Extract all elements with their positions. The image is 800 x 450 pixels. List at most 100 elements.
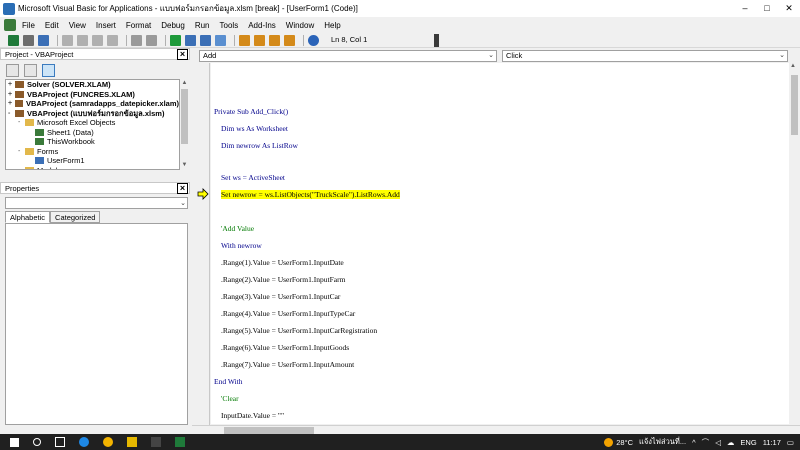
tray-chevron-icon[interactable]: ^ xyxy=(692,438,696,447)
toolbar-handle[interactable] xyxy=(434,33,439,47)
procedure-combo[interactable]: Click ⌄ xyxy=(502,50,788,62)
scroll-thumb[interactable] xyxy=(181,89,188,144)
code-line[interactable]: .Range(3).Value = UserForm1.InputCar xyxy=(221,292,340,301)
tree-item[interactable]: + VBAProject (samradapps_datepicker.xlam) xyxy=(6,99,179,109)
toolbox-icon[interactable] xyxy=(284,34,295,46)
windows-start-icon[interactable] xyxy=(10,437,19,447)
menu-tools[interactable]: Tools xyxy=(220,21,239,30)
code-line[interactable]: 'Add Value xyxy=(221,224,254,233)
close-icon[interactable]: × xyxy=(177,182,188,194)
save-icon[interactable] xyxy=(38,34,49,46)
code-horizontal-scrollbar[interactable] xyxy=(192,425,800,434)
code-line[interactable]: .Range(2).Value = UserForm1.InputFarm xyxy=(221,275,345,284)
notification-icon[interactable]: ▭ xyxy=(787,438,794,447)
margin-indicator-bar[interactable] xyxy=(192,63,210,425)
weather-description[interactable]: แจ้งไฟส่วนที่... xyxy=(639,436,686,448)
menu-run[interactable]: Run xyxy=(195,21,210,30)
project-tree-scrollbar[interactable]: ▲ ▼ xyxy=(180,79,189,170)
code-line[interactable]: InputDate.Value = "" xyxy=(221,411,284,420)
code-scrollbar[interactable]: ▲ xyxy=(789,63,800,425)
language-indicator[interactable]: ENG xyxy=(740,438,756,447)
code-line-current-statement[interactable]: Set newrow = ws.ListObjects("TruckScale"… xyxy=(221,190,400,199)
tree-item[interactable]: - Modules xyxy=(6,166,179,170)
view-object-icon[interactable] xyxy=(24,63,37,77)
minimize-icon[interactable]: – xyxy=(734,0,756,17)
chrome-icon[interactable] xyxy=(103,437,113,447)
scroll-thumb[interactable] xyxy=(224,427,314,434)
tree-item[interactable]: - Microsoft Excel Objects xyxy=(6,118,179,128)
code-line[interactable]: .Range(5).Value = UserForm1.InputCarRegi… xyxy=(221,326,377,335)
menu-edit[interactable]: Edit xyxy=(45,21,59,30)
find-icon[interactable] xyxy=(107,34,118,46)
tree-item[interactable]: + Solver (SOLVER.XLAM) xyxy=(6,80,179,90)
tab-categorized[interactable]: Categorized xyxy=(50,211,101,223)
store-icon[interactable] xyxy=(151,437,161,447)
run-icon[interactable] xyxy=(170,34,181,46)
volume-icon[interactable]: ◁ xyxy=(715,438,721,447)
code-line[interactable]: Dim ws As Worksheet xyxy=(221,124,288,133)
help-icon[interactable] xyxy=(308,34,319,46)
expand-toggle-icon[interactable]: - xyxy=(8,109,15,119)
tree-item[interactable]: - VBAProject (แบบฟอร์มกรอกข้อมูล.xlsm) xyxy=(6,109,179,119)
menu-addins[interactable]: Add-Ins xyxy=(248,21,276,30)
menu-file[interactable]: File xyxy=(22,21,35,30)
copy-icon[interactable] xyxy=(77,34,88,46)
menu-debug[interactable]: Debug xyxy=(161,21,185,30)
code-line[interactable]: .Range(7).Value = UserForm1.InputAmount xyxy=(221,360,354,369)
expand-toggle-icon[interactable]: + xyxy=(8,80,15,90)
object-combo[interactable]: Add ⌄ xyxy=(199,50,497,62)
insert-module-icon[interactable] xyxy=(23,34,34,46)
tree-item[interactable]: UserForm1 xyxy=(6,156,179,166)
code-line[interactable]: 'Clear xyxy=(221,394,239,403)
project-explorer-icon[interactable] xyxy=(239,34,250,46)
tree-item[interactable]: Sheet1 (Data) xyxy=(6,128,179,138)
code-line[interactable]: .Range(4).Value = UserForm1.InputTypeCar xyxy=(221,309,355,318)
undo-icon[interactable] xyxy=(131,34,142,46)
excel-icon[interactable] xyxy=(175,437,185,447)
scroll-thumb[interactable] xyxy=(791,75,798,135)
expand-toggle-icon[interactable]: - xyxy=(18,147,25,157)
onedrive-icon[interactable]: ☁ xyxy=(727,438,735,447)
edge-icon[interactable] xyxy=(79,437,89,447)
menu-insert[interactable]: Insert xyxy=(96,21,116,30)
toggle-folders-icon[interactable] xyxy=(42,63,55,77)
tab-alphabetic[interactable]: Alphabetic xyxy=(5,211,51,223)
search-icon[interactable] xyxy=(33,438,41,446)
close-icon[interactable]: × xyxy=(177,48,188,60)
code-line[interactable]: Private Sub Add_Click() xyxy=(214,107,288,116)
scroll-up-icon[interactable]: ▲ xyxy=(790,63,796,69)
design-mode-icon[interactable] xyxy=(215,34,226,46)
code-line[interactable]: .Range(6).Value = UserForm1.InputGoods xyxy=(221,343,349,352)
paste-icon[interactable] xyxy=(92,34,103,46)
view-excel-icon[interactable] xyxy=(8,34,19,46)
maximize-icon[interactable]: □ xyxy=(756,0,778,17)
weather-icon[interactable] xyxy=(604,437,614,447)
expand-toggle-icon[interactable]: - xyxy=(18,166,25,170)
menu-view[interactable]: View xyxy=(69,21,86,30)
code-line[interactable]: End With xyxy=(214,377,243,386)
cut-icon[interactable] xyxy=(62,34,73,46)
wifi-icon[interactable]: ⌒ xyxy=(702,437,710,448)
weather-temp[interactable]: 28°C xyxy=(616,438,633,447)
menu-window[interactable]: Window xyxy=(286,21,314,30)
view-code-icon[interactable] xyxy=(6,63,19,77)
code-line[interactable]: With newrow xyxy=(221,241,262,250)
menu-help[interactable]: Help xyxy=(324,21,340,30)
expand-toggle-icon[interactable]: - xyxy=(18,118,25,128)
reset-icon[interactable] xyxy=(200,34,211,46)
tree-item[interactable]: + VBAProject (FUNCRES.XLAM) xyxy=(6,90,179,100)
scroll-down-icon[interactable]: ▼ xyxy=(180,161,189,170)
code-line[interactable]: .Range(1).Value = UserForm1.InputDate xyxy=(221,258,344,267)
redo-icon[interactable] xyxy=(146,34,157,46)
expand-toggle-icon[interactable]: + xyxy=(8,90,15,100)
scroll-up-icon[interactable]: ▲ xyxy=(180,79,189,88)
tree-item[interactable]: - Forms xyxy=(6,147,179,157)
code-line[interactable]: Dim newrow As ListRow xyxy=(221,141,298,150)
code-editor[interactable]: Private Sub Add_Click() Dim ws As Workshe… xyxy=(211,63,789,424)
properties-object-select[interactable]: ⌄ xyxy=(5,197,188,209)
object-browser-icon[interactable] xyxy=(269,34,280,46)
clock[interactable]: 11:17 xyxy=(763,438,781,447)
file-explorer-icon[interactable] xyxy=(127,437,137,447)
menu-format[interactable]: Format xyxy=(126,21,151,30)
tree-item[interactable]: ThisWorkbook xyxy=(6,137,179,147)
